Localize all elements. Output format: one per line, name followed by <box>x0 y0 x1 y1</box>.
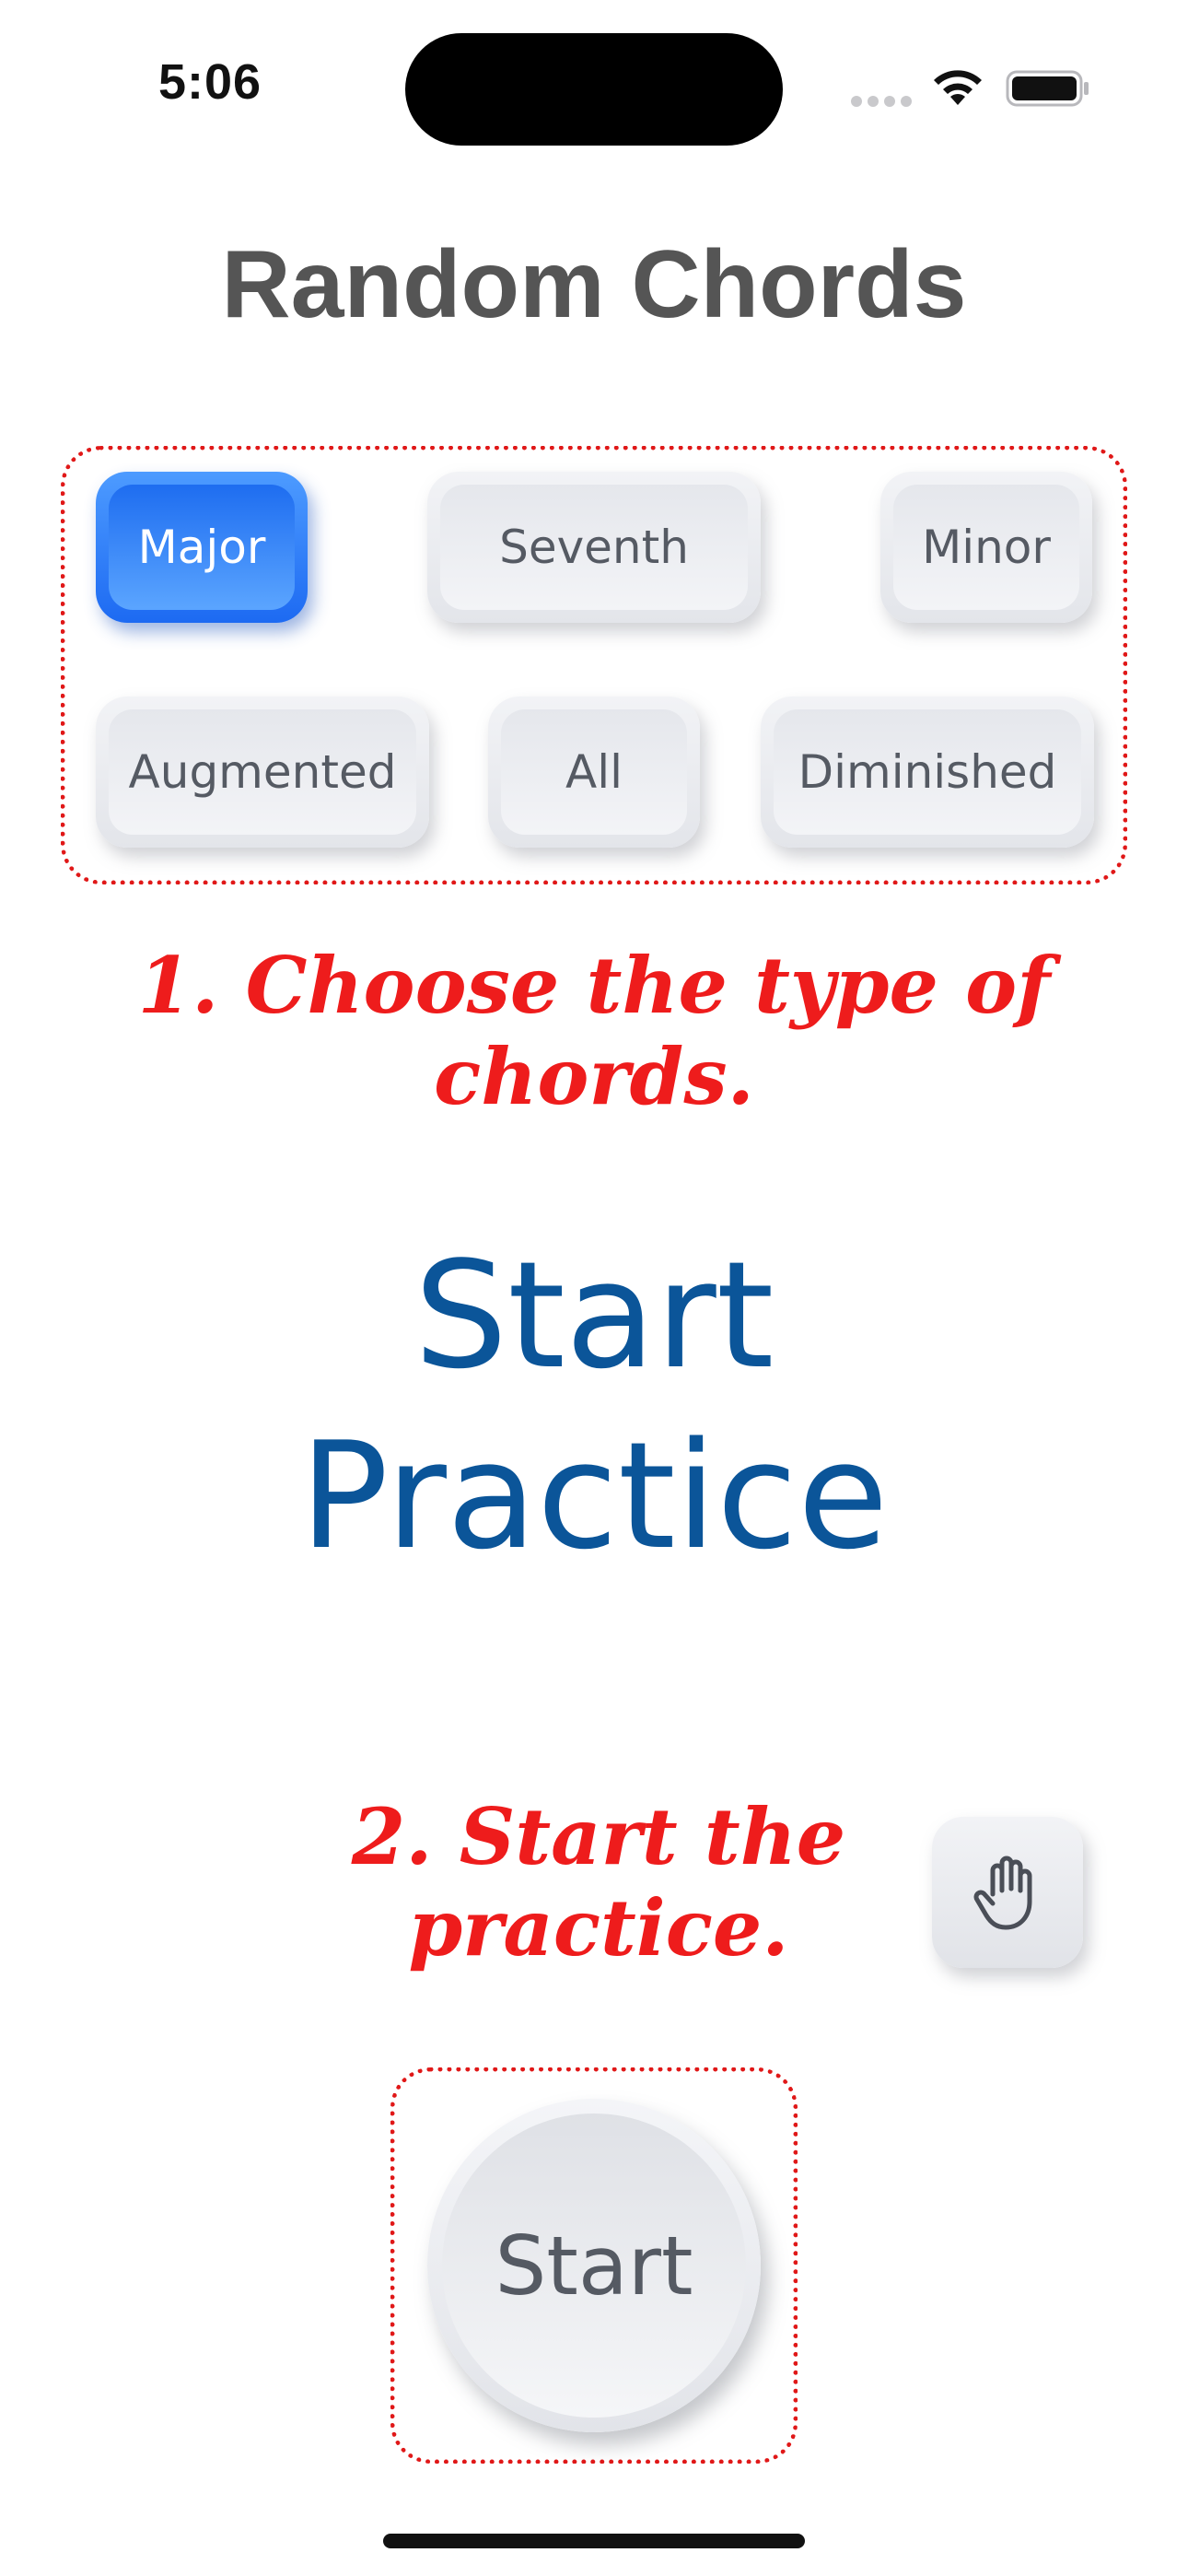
hand-raised-icon <box>973 1856 1032 1930</box>
chord-type-seventh-button[interactable]: Seventh <box>427 472 761 623</box>
battery-icon <box>1006 70 1089 107</box>
dynamic-island <box>405 33 783 146</box>
status-time: 5:06 <box>158 54 262 110</box>
chord-type-label: Augmented <box>128 745 397 799</box>
stop-button[interactable] <box>932 1817 1083 1968</box>
chord-display: Start Practice <box>203 1225 985 1587</box>
page-title: Random Chords <box>221 231 967 338</box>
start-button[interactable]: Start <box>427 2099 761 2432</box>
chord-type-minor-button[interactable]: Minor <box>880 472 1092 623</box>
start-button-label: Start <box>495 2218 693 2313</box>
chord-type-label: All <box>565 745 623 799</box>
chord-type-label: Major <box>137 521 266 574</box>
chord-type-label: Minor <box>922 521 1051 574</box>
chord-display-line-2: Practice <box>299 1410 889 1582</box>
chord-type-augmented-button[interactable]: Augmented <box>96 697 429 848</box>
chord-type-major-button[interactable]: Major <box>96 472 308 623</box>
chord-type-label: Seventh <box>499 521 689 574</box>
cellular-signal-icon <box>851 96 912 109</box>
wifi-icon <box>934 70 982 105</box>
chord-type-label: Diminished <box>798 745 1057 799</box>
step-2-annotation: 2. Start the practice. <box>351 1791 846 1974</box>
chord-type-all-button[interactable]: All <box>488 697 700 848</box>
home-indicator[interactable] <box>383 2534 805 2548</box>
chord-type-diminished-button[interactable]: Diminished <box>761 697 1094 848</box>
chord-display-line-1: Start <box>413 1229 775 1401</box>
step-1-annotation: 1. Choose the type of chords. <box>137 940 1051 1123</box>
